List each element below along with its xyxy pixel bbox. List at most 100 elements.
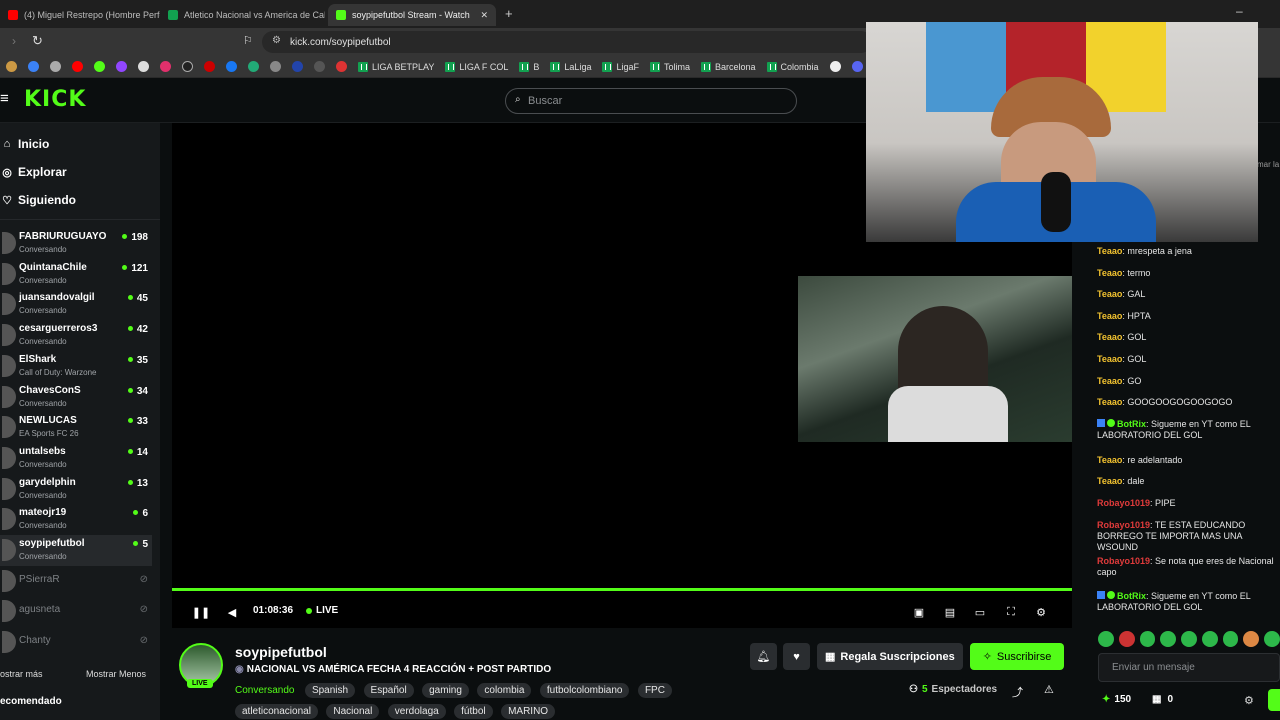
show-more-link[interactable]: ostrar más	[0, 669, 43, 679]
browser-tab-active[interactable]: soypipefutbol Stream - Watch ✕	[328, 4, 496, 26]
youtube-bookmark-icon[interactable]	[72, 61, 83, 72]
sidebar-channel-item[interactable]: juansandovalgil Conversando 45	[0, 289, 152, 320]
emote-icon[interactable]	[1118, 631, 1135, 647]
sidebar-channel-item[interactable]: PSierraR ⊘	[0, 566, 152, 597]
emote-icon[interactable]	[1098, 631, 1114, 647]
kick-bookmark-icon[interactable]	[94, 61, 105, 72]
x-bookmark-icon[interactable]	[138, 61, 149, 72]
nav-siguiendo[interactable]: ♡ Siguiendo	[0, 193, 76, 207]
tag[interactable]: Español	[363, 683, 414, 698]
sidebar-channel-item[interactable]: cesarguerreros3 Conversando 42	[0, 320, 152, 351]
channel-points[interactable]: ✦ 150	[1102, 694, 1131, 705]
bookmark-icon[interactable]	[248, 61, 259, 72]
chat-username[interactable]: Robayo1019	[1097, 520, 1150, 530]
tag[interactable]: Spanish	[304, 683, 356, 698]
sidebar-channel-item[interactable]: untalsebs Conversando 14	[0, 443, 152, 474]
chat-username[interactable]: Teaao	[1097, 376, 1122, 386]
emote-icon[interactable]	[1139, 631, 1156, 647]
chat-username[interactable]: Teaao	[1097, 311, 1122, 321]
menu-icon[interactable]: ≡	[0, 90, 9, 107]
bookmark-b[interactable]: B	[519, 61, 539, 72]
github-bookmark-icon[interactable]	[829, 61, 841, 72]
search-input[interactable]: ⌕ Buscar	[505, 88, 797, 114]
clip-icon[interactable]: ▤	[943, 605, 957, 619]
bookmark-icon[interactable]	[204, 61, 215, 72]
theater-mode-icon[interactable]: ▭	[973, 605, 987, 619]
sidebar-channel-item[interactable]: garydelphin Conversando 13	[0, 474, 152, 505]
bookmark-colombia[interactable]: Colombia	[766, 61, 819, 72]
chat-username[interactable]: Teaao	[1097, 354, 1122, 364]
chat-input[interactable]: Enviar un mensaje	[1098, 653, 1280, 682]
chat-username[interactable]: Teaao	[1097, 476, 1122, 486]
new-tab-icon[interactable]: +	[505, 6, 513, 21]
show-less-link[interactable]: Mostrar Menos	[86, 669, 146, 679]
sidebar-channel-item[interactable]: agusneta ⊘	[0, 596, 152, 627]
bookmark-laliga[interactable]: LaLiga	[550, 61, 591, 72]
tag[interactable]: Nacional	[326, 704, 380, 719]
pause-icon[interactable]: ❚❚	[192, 605, 210, 619]
url-field[interactable]: ⚙ kick.com/soypipefutbol	[262, 31, 872, 53]
chat-username[interactable]: BotRix	[1117, 591, 1146, 601]
bookmark-icon[interactable]	[314, 61, 325, 72]
volume-icon[interactable]: ◀	[225, 605, 239, 619]
bookmark-icon[interactable]	[50, 61, 61, 72]
tiktok-bookmark-icon[interactable]	[182, 61, 193, 72]
tag[interactable]: futbolcolombiano	[539, 683, 630, 698]
settings-icon[interactable]: ⚙	[1034, 605, 1048, 619]
subscribe-button[interactable]: ✧ Suscribirse	[970, 643, 1064, 670]
emote-icon[interactable]	[1222, 631, 1239, 647]
chat-username[interactable]: Teaao	[1097, 268, 1122, 278]
bookmark-icon[interactable]	[28, 61, 39, 72]
bookmark-icon[interactable]	[226, 61, 237, 72]
sidebar-channel-item[interactable]: mateojr19 Conversando 6	[0, 504, 152, 535]
pip-icon[interactable]: ▣	[912, 605, 926, 619]
chat-username[interactable]: BotRix	[1117, 419, 1146, 429]
chat-username[interactable]: Teaao	[1097, 246, 1122, 256]
chat-username[interactable]: Teaao	[1097, 397, 1122, 407]
bookmark-barcelona[interactable]: Barcelona	[700, 61, 756, 72]
sidebar-channel-item[interactable]: QuintanaChile Conversando 121	[0, 259, 152, 290]
send-button[interactable]	[1268, 689, 1280, 711]
bookmark-tolima[interactable]: Tolima	[649, 61, 690, 72]
category-link[interactable]: Conversando	[235, 685, 294, 696]
gift-subs-button[interactable]: ▦ Regala Suscripciones	[817, 643, 963, 670]
progress-bar[interactable]	[172, 588, 1072, 591]
bookmark-icon[interactable]	[6, 61, 17, 72]
sidebar-channel-item[interactable]: FABRIURUGUAYO Conversando 198	[0, 228, 152, 259]
chat-username[interactable]: Robayo1019	[1097, 498, 1150, 508]
reload-icon[interactable]: ↻	[32, 33, 43, 49]
discord-bookmark-icon[interactable]	[851, 61, 863, 72]
bookmark-ligaf[interactable]: LigaF	[602, 61, 639, 72]
bookmark-icon[interactable]	[292, 61, 303, 72]
tag[interactable]: FPC	[637, 683, 672, 698]
minimize-window-icon[interactable]: –	[1236, 4, 1243, 18]
follow-button[interactable]: ♥	[783, 643, 810, 670]
close-tab-icon[interactable]: ✕	[480, 10, 488, 21]
tag[interactable]: verdolaga	[387, 704, 446, 719]
forward-icon[interactable]: ›	[12, 34, 16, 48]
channel-name[interactable]: soypipefutbol	[235, 644, 327, 660]
tag[interactable]: fútbol	[454, 704, 493, 719]
sidebar-channel-item[interactable]: soypipefutbol Conversando 5	[0, 535, 152, 566]
notifications-button[interactable]: 🔔︎	[750, 643, 777, 670]
sidebar-channel-item[interactable]: NEWLUCAS EA Sports FC 26 33	[0, 412, 152, 443]
tag[interactable]: colombia	[477, 683, 532, 698]
emote-icon[interactable]	[1243, 631, 1260, 647]
nav-explorar[interactable]: ◎ Explorar	[0, 165, 67, 179]
nav-inicio[interactable]: ⌂ Inicio	[0, 137, 50, 151]
chat-username[interactable]: Teaao	[1097, 455, 1122, 465]
gift-count[interactable]: ▦ 0	[1152, 694, 1173, 705]
chat-username[interactable]: Teaao	[1097, 289, 1122, 299]
sidebar-channel-item[interactable]: Chanty ⊘	[0, 627, 152, 658]
twitch-bookmark-icon[interactable]	[116, 61, 127, 72]
kick-logo[interactable]: KICK	[24, 87, 86, 112]
chat-username[interactable]: Teaao	[1097, 332, 1122, 342]
sidebar-channel-item[interactable]: ChavesConS Conversando 34	[0, 382, 152, 413]
browser-tab[interactable]: (4) Miguel Restrepo (Hombre Perfor	[0, 4, 160, 26]
tag[interactable]: gaming	[422, 683, 469, 698]
globe-bookmark-icon[interactable]	[270, 61, 281, 72]
sidebar-channel-item[interactable]: ElShark Call of Duty: Warzone 35	[0, 351, 152, 382]
bookmark-liga-f-col[interactable]: LIGA F COL	[445, 61, 508, 72]
emote-icon[interactable]	[1264, 631, 1280, 647]
report-icon[interactable]: ⚠	[1044, 683, 1054, 696]
